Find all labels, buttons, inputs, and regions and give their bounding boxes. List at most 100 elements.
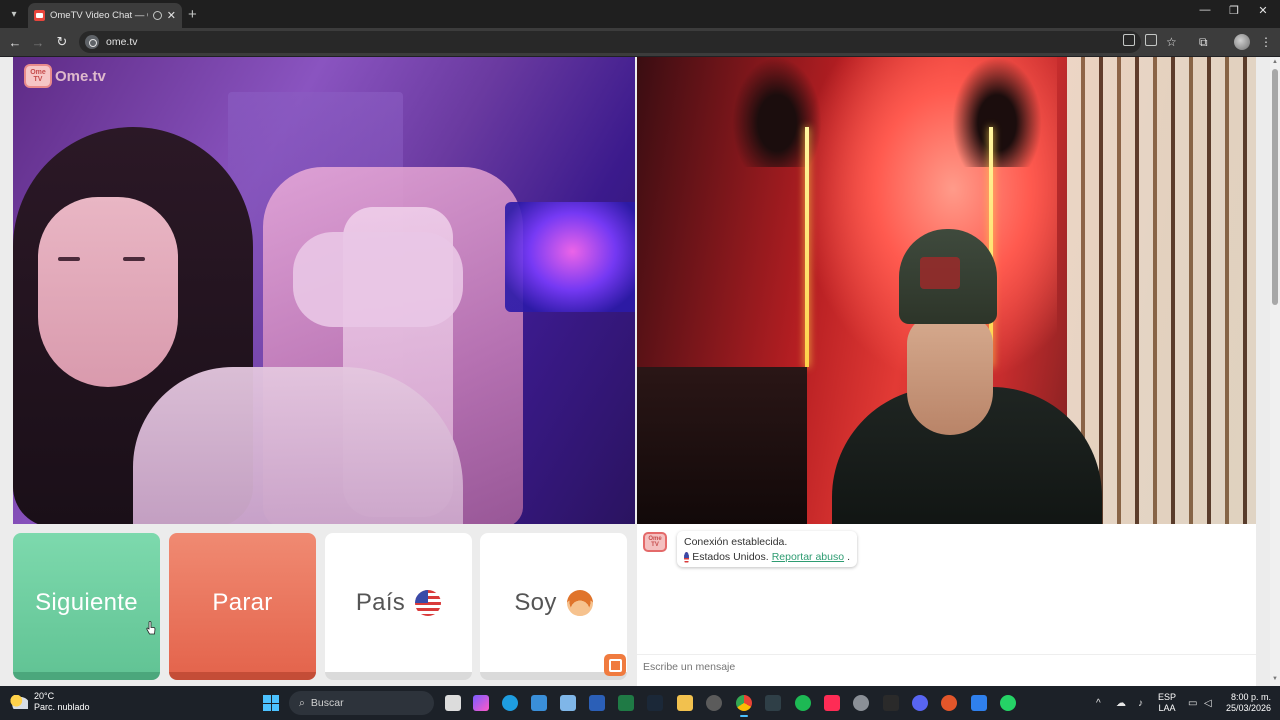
bookmark-star-icon[interactable]: ☆ xyxy=(1166,35,1177,49)
ometv-logo-badge: Ome TV xyxy=(24,64,52,88)
photos-icon[interactable] xyxy=(560,695,576,711)
stranger-video xyxy=(637,57,1256,524)
game-launcher-icon[interactable] xyxy=(941,695,957,711)
country-name: Estados Unidos. xyxy=(692,551,769,563)
user-arm xyxy=(133,367,463,524)
search-icon: ⌕ xyxy=(299,696,305,709)
menu-kebab-icon[interactable]: ⋮ xyxy=(1260,35,1272,49)
report-suffix: . xyxy=(847,551,850,563)
next-button-label: Siguiente xyxy=(35,588,138,616)
ometv-logo[interactable]: Ome TV Ome.tv xyxy=(24,64,106,88)
country-button-label: País xyxy=(355,588,406,616)
stranger-face xyxy=(907,315,993,435)
volume-icon[interactable]: ◁ xyxy=(1204,698,1212,709)
site-info-icon[interactable] xyxy=(85,35,99,49)
steam-icon[interactable] xyxy=(647,695,663,711)
new-tab-icon[interactable]: + xyxy=(188,6,197,23)
scroll-up-icon[interactable]: ▲ xyxy=(1272,59,1278,65)
cap-logo xyxy=(920,257,960,289)
tab-close-icon[interactable]: ✕ xyxy=(167,9,176,22)
settings-gear-icon[interactable] xyxy=(853,695,869,711)
restore-icon[interactable]: ❐ xyxy=(1219,4,1249,17)
page-scrollbar[interactable]: ▲ ▼ xyxy=(1270,57,1280,686)
whatsapp-icon[interactable] xyxy=(1000,695,1016,711)
address-bar[interactable]: ome.tv xyxy=(79,31,1141,53)
next-button[interactable]: Siguiente xyxy=(13,533,160,680)
chat-input-row xyxy=(637,654,1256,678)
report-abuse-link[interactable]: Reportar abuso xyxy=(772,550,844,565)
ometv-chat-avatar-icon: Ome TV xyxy=(643,532,667,552)
browser-toolbar: ← → ↻ ome.tv ☆ ⧉ ⋮ xyxy=(0,28,1280,56)
profile-avatar[interactable] xyxy=(1234,34,1250,50)
clock-date: 25/03/2026 xyxy=(1226,703,1272,713)
weather-description: Parc. nublado xyxy=(34,702,90,712)
minimize-icon[interactable]: — xyxy=(1190,4,1220,16)
tab-search-icon[interactable]: ▾ xyxy=(5,5,23,23)
local-video: Ome TV Ome.tv xyxy=(13,57,635,524)
system-message: Conexión establecida. Estados Unidos. Re… xyxy=(677,531,857,567)
clock[interactable]: 8:00 p. m. 25/03/2026 xyxy=(1226,692,1271,714)
epic-games-icon[interactable] xyxy=(883,695,899,711)
extensions-icon[interactable]: ⧉ xyxy=(1199,35,1208,50)
translate-icon[interactable] xyxy=(1123,34,1135,46)
terminal-app-icon[interactable] xyxy=(765,695,781,711)
us-flag-icon xyxy=(684,551,690,564)
tab-title: OmeTV Video Chat — Ome xyxy=(50,10,148,21)
ometv-favicon-icon xyxy=(34,10,45,21)
tiktok-icon[interactable] xyxy=(824,695,840,711)
screenshot-report-icon[interactable] xyxy=(604,654,626,676)
page-viewport: Ome TV Ome.tv Siguiente Parar País Soy Om… xyxy=(0,57,1280,686)
stop-button-label: Parar xyxy=(212,588,273,616)
chrome-icon[interactable] xyxy=(736,695,752,717)
floor-lamp xyxy=(805,127,809,367)
forward-arrow-icon[interactable]: → xyxy=(29,33,47,51)
onedrive-icon[interactable]: ☁ xyxy=(1116,698,1126,709)
chat-panel: Ome TV Conexión establecida. Estados Unid… xyxy=(637,524,1256,686)
discord-icon[interactable] xyxy=(912,695,928,711)
neon-jellyfish-light xyxy=(505,202,635,312)
chair-cushion xyxy=(293,232,463,327)
copilot-icon[interactable] xyxy=(473,695,489,711)
reload-icon[interactable]: ↻ xyxy=(53,33,71,51)
language-indicator[interactable]: ESP LAA xyxy=(1158,692,1176,714)
excel-icon[interactable] xyxy=(618,695,634,711)
boy-emoji-icon xyxy=(566,589,593,616)
gender-button-label: Soy xyxy=(514,588,557,616)
start-windows-icon[interactable] xyxy=(263,695,279,711)
curtain xyxy=(1067,57,1256,524)
weather-widget[interactable]: 20°C Parc. nublado xyxy=(10,691,90,713)
edge-icon[interactable] xyxy=(502,695,518,711)
message-input[interactable] xyxy=(643,659,1223,675)
cast-icon[interactable] xyxy=(1145,34,1157,46)
clock-time: 8:00 p. m. xyxy=(1231,692,1272,702)
user-face xyxy=(38,197,178,387)
connection-message: Conexión establecida. xyxy=(684,536,788,548)
url-text: ome.tv xyxy=(106,36,138,48)
ometv-logo-text: Ome.tv xyxy=(55,67,106,85)
scroll-down-icon[interactable]: ▼ xyxy=(1272,676,1278,682)
search-label: Buscar xyxy=(310,697,344,709)
temperature: 20°C xyxy=(34,691,55,701)
spotify-icon[interactable] xyxy=(795,695,811,711)
taskbar-search[interactable]: ⌕ Buscar xyxy=(289,691,434,715)
tab-ometv[interactable]: OmeTV Video Chat — Ome ✕ xyxy=(28,3,182,28)
show-hidden-icons-icon[interactable]: ^ xyxy=(1096,698,1101,709)
stop-button[interactable]: Parar xyxy=(169,533,316,680)
plant-silhouette xyxy=(952,57,1042,167)
network-icon[interactable]: ▭ xyxy=(1188,698,1197,709)
back-arrow-icon[interactable]: ← xyxy=(6,33,24,51)
country-button[interactable]: País xyxy=(325,533,472,680)
recording-indicator-icon xyxy=(152,11,162,20)
file-explorer-icon[interactable] xyxy=(677,695,693,711)
desk xyxy=(637,367,807,524)
notification-app-icon[interactable] xyxy=(706,695,722,711)
store-icon[interactable] xyxy=(531,695,547,711)
task-view-icon[interactable] xyxy=(445,695,461,711)
security-shield-icon[interactable] xyxy=(971,695,987,711)
scroll-thumb[interactable] xyxy=(1272,69,1278,305)
close-window-icon[interactable]: ✕ xyxy=(1248,4,1278,17)
word-icon[interactable] xyxy=(589,695,605,711)
microphone-icon[interactable]: ♪ xyxy=(1138,698,1143,709)
us-flag-icon xyxy=(415,589,442,616)
partly-cloudy-icon xyxy=(10,695,28,709)
